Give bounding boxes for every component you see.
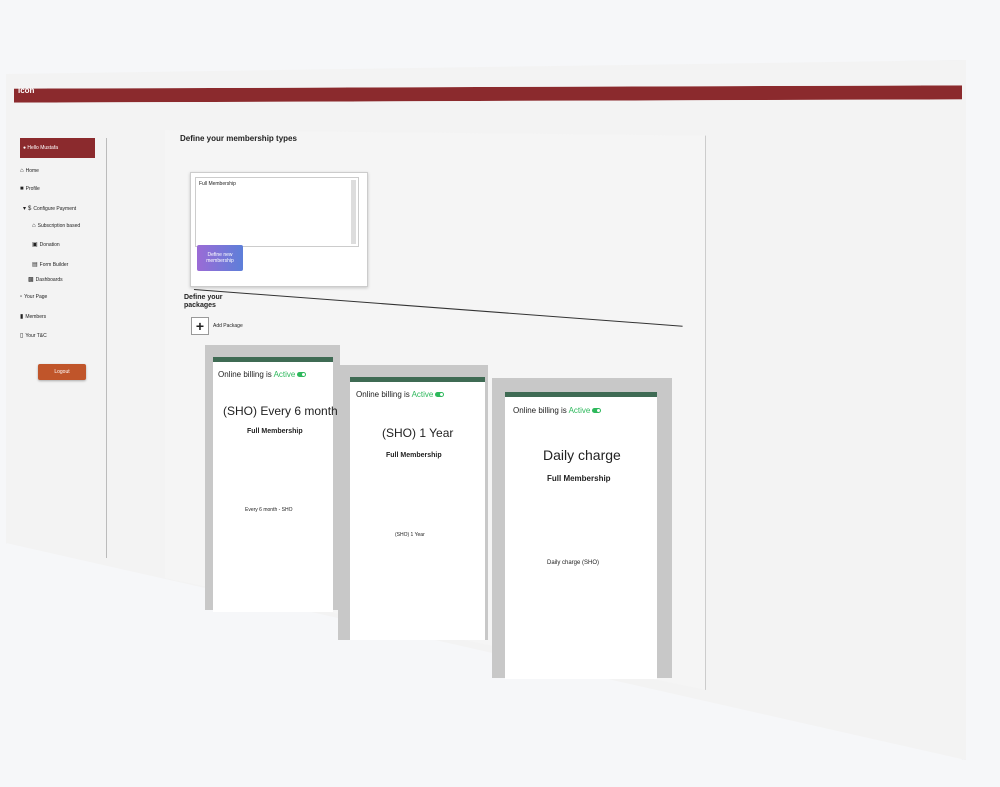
package-subtitle: Full Membership bbox=[247, 428, 303, 435]
add-package[interactable]: + Add Package bbox=[191, 317, 243, 335]
sidebar-item-subscription[interactable]: ⌂ Subscription based bbox=[32, 223, 80, 229]
sidebar-item-label: Your T&C bbox=[25, 332, 47, 339]
dollar-icon: $ bbox=[28, 205, 32, 212]
sidebar-item-your-page[interactable]: ▫ Your Page bbox=[20, 294, 47, 300]
form-icon: ▤ bbox=[32, 262, 38, 268]
sidebar-item-donation[interactable]: ▣ Donation bbox=[32, 241, 60, 249]
add-package-label: Add Package bbox=[213, 323, 243, 329]
sidebar-item-tc[interactable]: ▯ Your T&C bbox=[20, 332, 47, 340]
sidebar-item-label: Home bbox=[25, 168, 39, 174]
chevron-down-icon: ▾ bbox=[23, 206, 27, 212]
sidebar-item-label: Donation bbox=[39, 241, 60, 248]
define-membership-button[interactable]: Define new membership bbox=[197, 245, 243, 271]
package-description: Every 6 month - SHO bbox=[245, 507, 293, 513]
packages-heading: Define your packages bbox=[184, 294, 223, 309]
home-icon: ⌂ bbox=[32, 223, 36, 229]
package-subtitle: Full Membership bbox=[386, 452, 442, 459]
chart-icon: ▩ bbox=[28, 277, 34, 283]
list-item[interactable]: Full Membership bbox=[199, 181, 355, 187]
billing-prefix: Online billing is bbox=[218, 370, 272, 379]
package-title: (SHO) 1 Year bbox=[382, 426, 454, 440]
home-icon: ⌂ bbox=[20, 168, 24, 174]
billing-status: Online billing is Active bbox=[513, 406, 602, 415]
billing-active: Active bbox=[411, 390, 434, 399]
user-greeting[interactable]: ● Hello Mustafa bbox=[20, 138, 95, 158]
logout-button[interactable]: Logout bbox=[38, 364, 86, 380]
membership-types-box: Full Membership Define new membership bbox=[190, 172, 368, 287]
screen-stage: icon ● Hello Mustafa ⌂ Home ■ Profile ▾ … bbox=[0, 0, 1000, 787]
sidebar-item-profile[interactable]: ■ Profile bbox=[20, 186, 40, 192]
sidebar-item-label: Subscription based bbox=[37, 223, 81, 229]
membership-heading: Define your membership types bbox=[180, 134, 297, 143]
sidebar-item-label: Dashboards bbox=[35, 276, 63, 283]
billing-status: Online billing is Active bbox=[218, 370, 307, 379]
toggle-switch[interactable] bbox=[297, 372, 307, 378]
package-card[interactable]: Online billing is Active Daily charge Fu… bbox=[505, 392, 657, 679]
billing-prefix: Online billing is bbox=[513, 406, 567, 415]
user-icon: ■ bbox=[20, 186, 24, 192]
sidebar-item-dashboards[interactable]: ▩ Dashboards bbox=[28, 276, 63, 284]
package-description: Daily charge (SHO) bbox=[547, 560, 600, 566]
package-title: (SHO) Every 6 month bbox=[223, 404, 338, 418]
sidebar-item-label: Configure Payment bbox=[33, 205, 77, 212]
package-title: Daily charge bbox=[543, 447, 621, 463]
package-description: (SHO) 1 Year bbox=[395, 532, 425, 538]
plus-icon[interactable]: + bbox=[191, 317, 209, 335]
sidebar-item-configure-payment[interactable]: ▾ $ Configure Payment bbox=[23, 205, 77, 213]
user-greeting-label: Hello Mustafa bbox=[27, 145, 58, 151]
brand-logo[interactable]: icon bbox=[18, 86, 34, 95]
sidebar: ● Hello Mustafa ⌂ Home ■ Profile ▾ $ Con… bbox=[20, 138, 107, 558]
sidebar-item-label: Your Page bbox=[24, 294, 48, 300]
billing-active: Active bbox=[273, 370, 296, 379]
billing-prefix: Online billing is bbox=[356, 390, 410, 399]
billing-status: Online billing is Active bbox=[356, 390, 445, 399]
membership-list[interactable]: Full Membership bbox=[195, 177, 359, 247]
page-icon: ▫ bbox=[20, 294, 23, 300]
sidebar-item-label: Profile bbox=[25, 186, 40, 192]
billing-active: Active bbox=[568, 406, 591, 415]
card-icon: ▣ bbox=[32, 242, 38, 248]
toggle-switch[interactable] bbox=[592, 408, 602, 414]
sidebar-item-label: Members bbox=[25, 313, 47, 320]
members-icon: ▮ bbox=[20, 314, 24, 320]
sidebar-item-label: Form Builder bbox=[39, 261, 69, 268]
toggle-switch[interactable] bbox=[435, 392, 445, 398]
package-card[interactable]: Online billing is Active (SHO) 1 Year Fu… bbox=[350, 377, 485, 640]
scrollbar[interactable] bbox=[351, 180, 356, 244]
doc-icon: ▯ bbox=[20, 333, 24, 339]
package-card[interactable]: Online billing is Active (SHO) Every 6 m… bbox=[213, 357, 338, 612]
sidebar-item-home[interactable]: ⌂ Home bbox=[20, 168, 39, 174]
sidebar-item-form-builder[interactable]: ▤ Form Builder bbox=[32, 261, 69, 269]
package-subtitle: Full Membership bbox=[547, 474, 611, 483]
sidebar-item-members[interactable]: ▮ Members bbox=[20, 313, 47, 321]
